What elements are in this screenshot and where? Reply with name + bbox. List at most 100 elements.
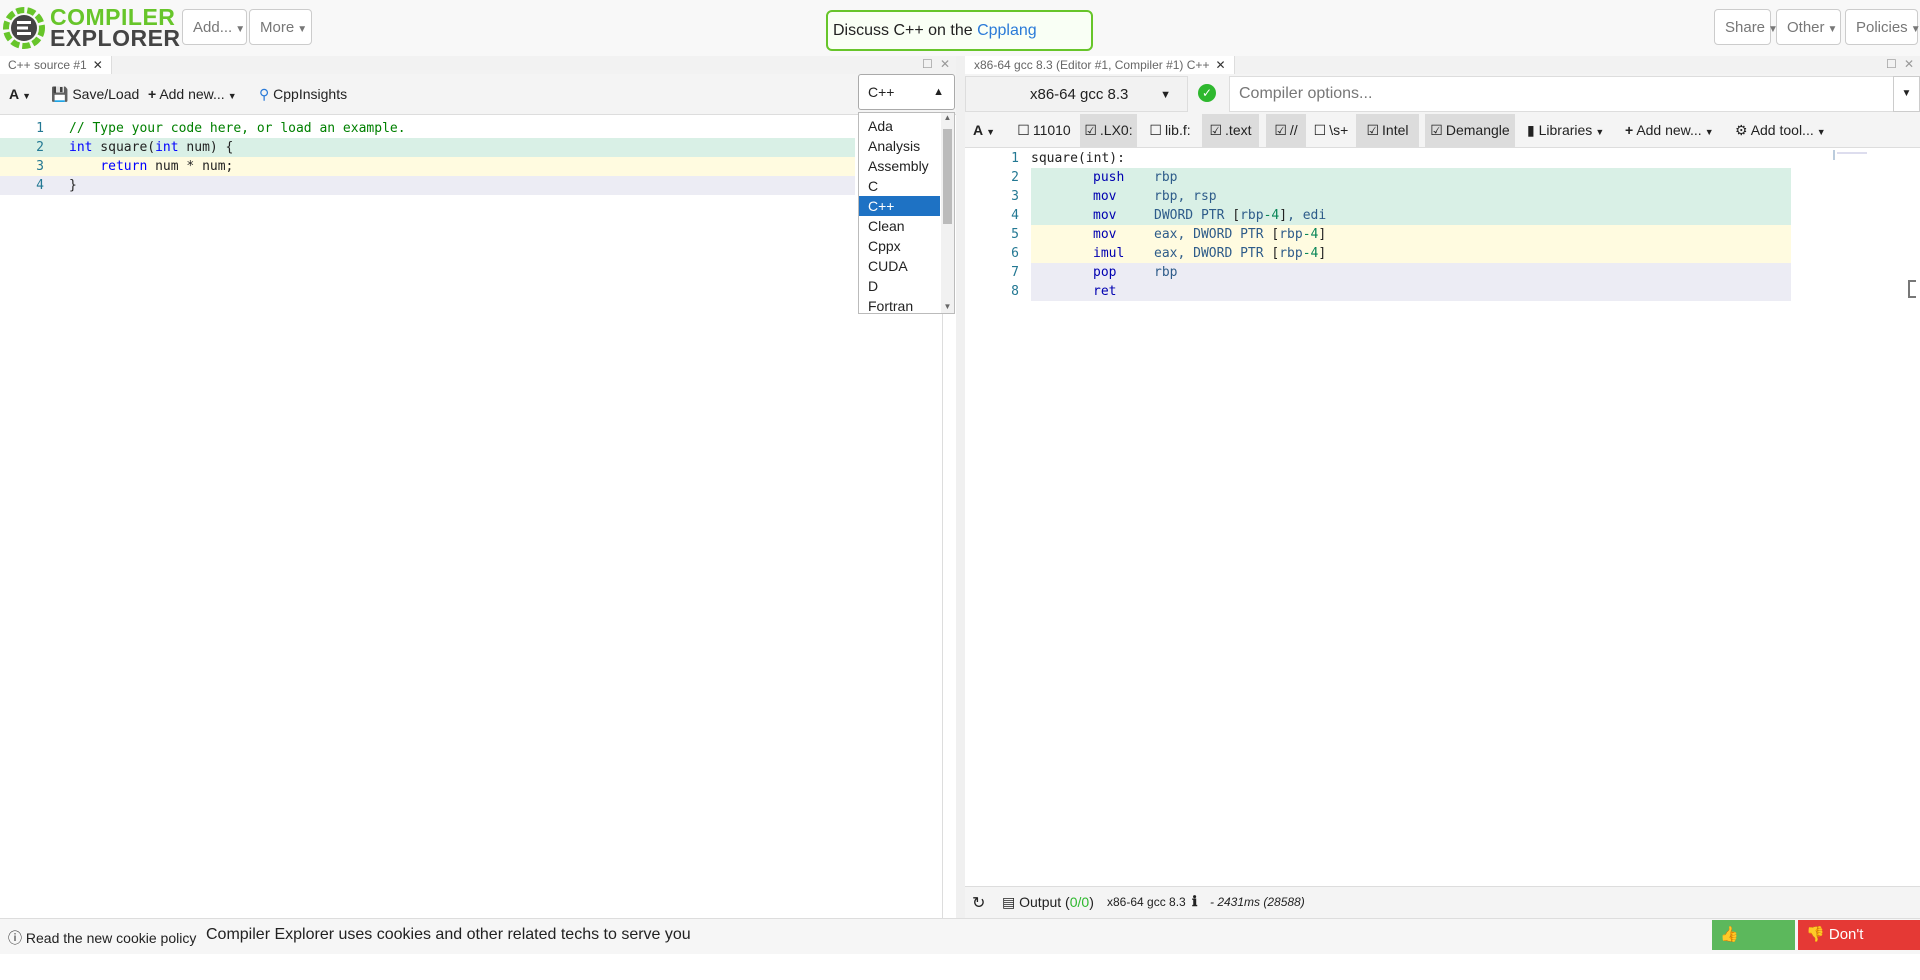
book-icon: ▮	[1527, 122, 1535, 138]
language-option[interactable]: Assembly	[859, 156, 940, 176]
language-option[interactable]: D	[859, 276, 940, 296]
compiler-options-input[interactable]: Compiler options...	[1229, 76, 1894, 112]
asm-operand-token: eax, DWORD PTR	[1154, 227, 1272, 242]
assembly-output[interactable]: 1 square(int): 2 push rbp 3 mov rbp, rsp 4 mov DWO…	[965, 148, 1920, 885]
asm-line[interactable]: mov rbp, rsp	[1031, 187, 1791, 206]
asm-line[interactable]: ret	[1031, 282, 1791, 301]
caret-down-icon: ▼	[297, 24, 308, 35]
tab-compiler[interactable]: x86-64 gcc 8.3 (Editor #1, Compiler #1) …	[965, 56, 1235, 74]
code-token: // Type your code here, or load an examp…	[69, 121, 406, 136]
asm-line[interactable]: mov eax, DWORD PTR [rbp-4]	[1031, 225, 1791, 244]
code-line[interactable]: 3 return num * num;	[0, 157, 855, 176]
cookie-policy-label: Read the new cookie policy	[25, 930, 197, 946]
language-select[interactable]: C++ ▲	[858, 74, 955, 110]
language-options-list[interactable]: Ada Analysis Assembly C C++ Clean Cppx CUDA D For…	[858, 112, 955, 314]
code-line[interactable]: 4}	[0, 176, 855, 195]
language-option[interactable]: Ada	[859, 116, 940, 136]
asm-line[interactable]: pop rbp	[1031, 263, 1791, 282]
scroll-up-icon[interactable]: ▲	[941, 113, 954, 122]
caret-down-icon: ▼	[235, 24, 246, 35]
add-new-pane-button[interactable]: + Add new... ▼	[148, 74, 237, 114]
language-option[interactable]: C	[859, 176, 940, 196]
logo[interactable]: COMPILER EXPLORER	[2, 4, 181, 52]
filter-label: .text	[1225, 122, 1252, 138]
output-button[interactable]: ▤ Output (0/0)	[1002, 894, 1094, 911]
source-editor[interactable]: 1 // Type your code here, or load an exam…	[0, 115, 943, 920]
libraries-button[interactable]: ▮ Libraries ▼	[1527, 114, 1604, 147]
asm-line[interactable]: square(int):	[1031, 149, 1791, 168]
code-line[interactable]: 1 // Type your code here, or load an exam…	[0, 119, 855, 138]
caret-down-icon: ▼	[22, 91, 32, 101]
scroll-thumb[interactable]	[943, 129, 952, 224]
caret-down-icon: ▼	[227, 91, 237, 101]
caret-down-icon: ▼	[1704, 127, 1714, 137]
scroll-down-icon[interactable]: ▼	[941, 302, 954, 311]
cookie-policy-link[interactable]: ⓘ Read the new cookie policy	[8, 928, 196, 948]
close-pane-icon[interactable]: ✕	[940, 57, 950, 71]
info-icon[interactable]: ℹ	[1192, 893, 1197, 910]
filter-label: Intel	[1382, 122, 1409, 138]
filter-toggle[interactable]: ☑ .text	[1202, 114, 1259, 147]
tab-editor[interactable]: C++ source #1 ✕	[0, 56, 112, 74]
asm-operand-token: -4	[1263, 208, 1280, 223]
compiler-add-new-button[interactable]: + Add new... ▼	[1625, 114, 1714, 147]
filter-toggle[interactable]: ☑ Intel	[1356, 114, 1419, 147]
asm-operand-token: rbp	[1154, 170, 1178, 185]
save-load-button[interactable]: 💾 Save/Load	[51, 74, 139, 114]
maximize-icon[interactable]: ☐	[1886, 57, 1897, 71]
language-option[interactable]: C++	[859, 196, 940, 216]
cppinsights-button[interactable]: ⚲ CppInsights	[259, 74, 347, 114]
thumbs-up-icon: 👍	[1720, 926, 1739, 943]
minimap[interactable]	[1831, 148, 1891, 162]
filter-toggle[interactable]: ☐ lib.f:	[1144, 114, 1196, 147]
filter-toggle[interactable]: ☑//	[1266, 114, 1306, 147]
compiler-options-dropdown[interactable]: ▼	[1893, 76, 1920, 112]
caret-up-icon: ▲	[933, 86, 944, 98]
asm-font-size-button[interactable]: A ▼	[973, 114, 995, 147]
asm-line[interactable]: imul eax, DWORD PTR [rbp-4]	[1031, 244, 1791, 263]
close-pane-icon[interactable]: ✕	[1904, 57, 1914, 71]
close-icon[interactable]: ✕	[1215, 58, 1225, 72]
policies-button[interactable]: Policies ▼	[1845, 9, 1920, 45]
filter-toggle[interactable]: ☑ Demangle	[1425, 114, 1515, 147]
pane-splitter[interactable]	[956, 56, 965, 918]
other-menu-button[interactable]: Other ▼	[1776, 9, 1841, 45]
filter-toggle[interactable]: ☑ .LX0:	[1080, 114, 1137, 147]
compile-ok-icon[interactable]: ✓	[1198, 84, 1216, 102]
asm-line-number: 8	[1011, 284, 1019, 299]
add-menu-button[interactable]: Add... ▼	[182, 9, 247, 45]
language-option[interactable]: Analysis	[859, 136, 940, 156]
asm-line[interactable]: push rbp	[1031, 168, 1791, 187]
asm-operand-token: eax, DWORD PTR	[1154, 246, 1272, 261]
asm-line[interactable]: mov DWORD PTR [rbp-4], edi	[1031, 206, 1791, 225]
compiler-select[interactable]: x86-64 gcc 8.3 ▼	[965, 76, 1188, 112]
language-list-scrollbar[interactable]: ▲ ▼	[941, 113, 954, 313]
line-number: 2	[36, 140, 44, 155]
font-size-button[interactable]: A ▼	[9, 74, 31, 114]
asm-operand-token: -4	[1302, 227, 1319, 242]
code-line[interactable]: 2 int square(int num) {	[0, 138, 855, 157]
asm-scrollbar-thumb[interactable]	[1908, 280, 1916, 298]
checkbox-icon: ☐	[1017, 122, 1030, 138]
language-option[interactable]: CUDA	[859, 256, 940, 276]
asm-operand-token: rbp	[1279, 227, 1303, 242]
language-option[interactable]: Clean	[859, 216, 940, 236]
close-icon[interactable]: ✕	[93, 58, 103, 72]
filter-toggle[interactable]: ☐ \s+	[1312, 114, 1350, 147]
dont-consent-button[interactable]: 👎 Don't consent	[1798, 920, 1920, 973]
language-option[interactable]: Fortran	[859, 296, 940, 313]
more-menu-button[interactable]: More ▼	[249, 9, 312, 45]
asm-operand-token: rbp	[1240, 208, 1264, 223]
add-tool-button[interactable]: ⚙ Add tool... ▼	[1735, 114, 1826, 147]
filter-toggle[interactable]: ☐ 11010	[1015, 114, 1073, 147]
asm-operand-token: DWORD PTR	[1154, 208, 1233, 223]
asm-opcode: mov	[1093, 189, 1117, 204]
share-button[interactable]: Share ▼	[1714, 9, 1778, 45]
asm-line-number: 3	[1011, 189, 1019, 204]
code-token: int	[155, 140, 179, 155]
language-option[interactable]: Cppx	[859, 236, 940, 256]
refresh-icon[interactable]: ↻	[972, 893, 985, 913]
asm-operands: eax, DWORD PTR [rbp-4]	[1154, 244, 1326, 263]
maximize-icon[interactable]: ☐	[922, 57, 933, 71]
consent-button[interactable]: 👍 Consent	[1712, 920, 1795, 973]
